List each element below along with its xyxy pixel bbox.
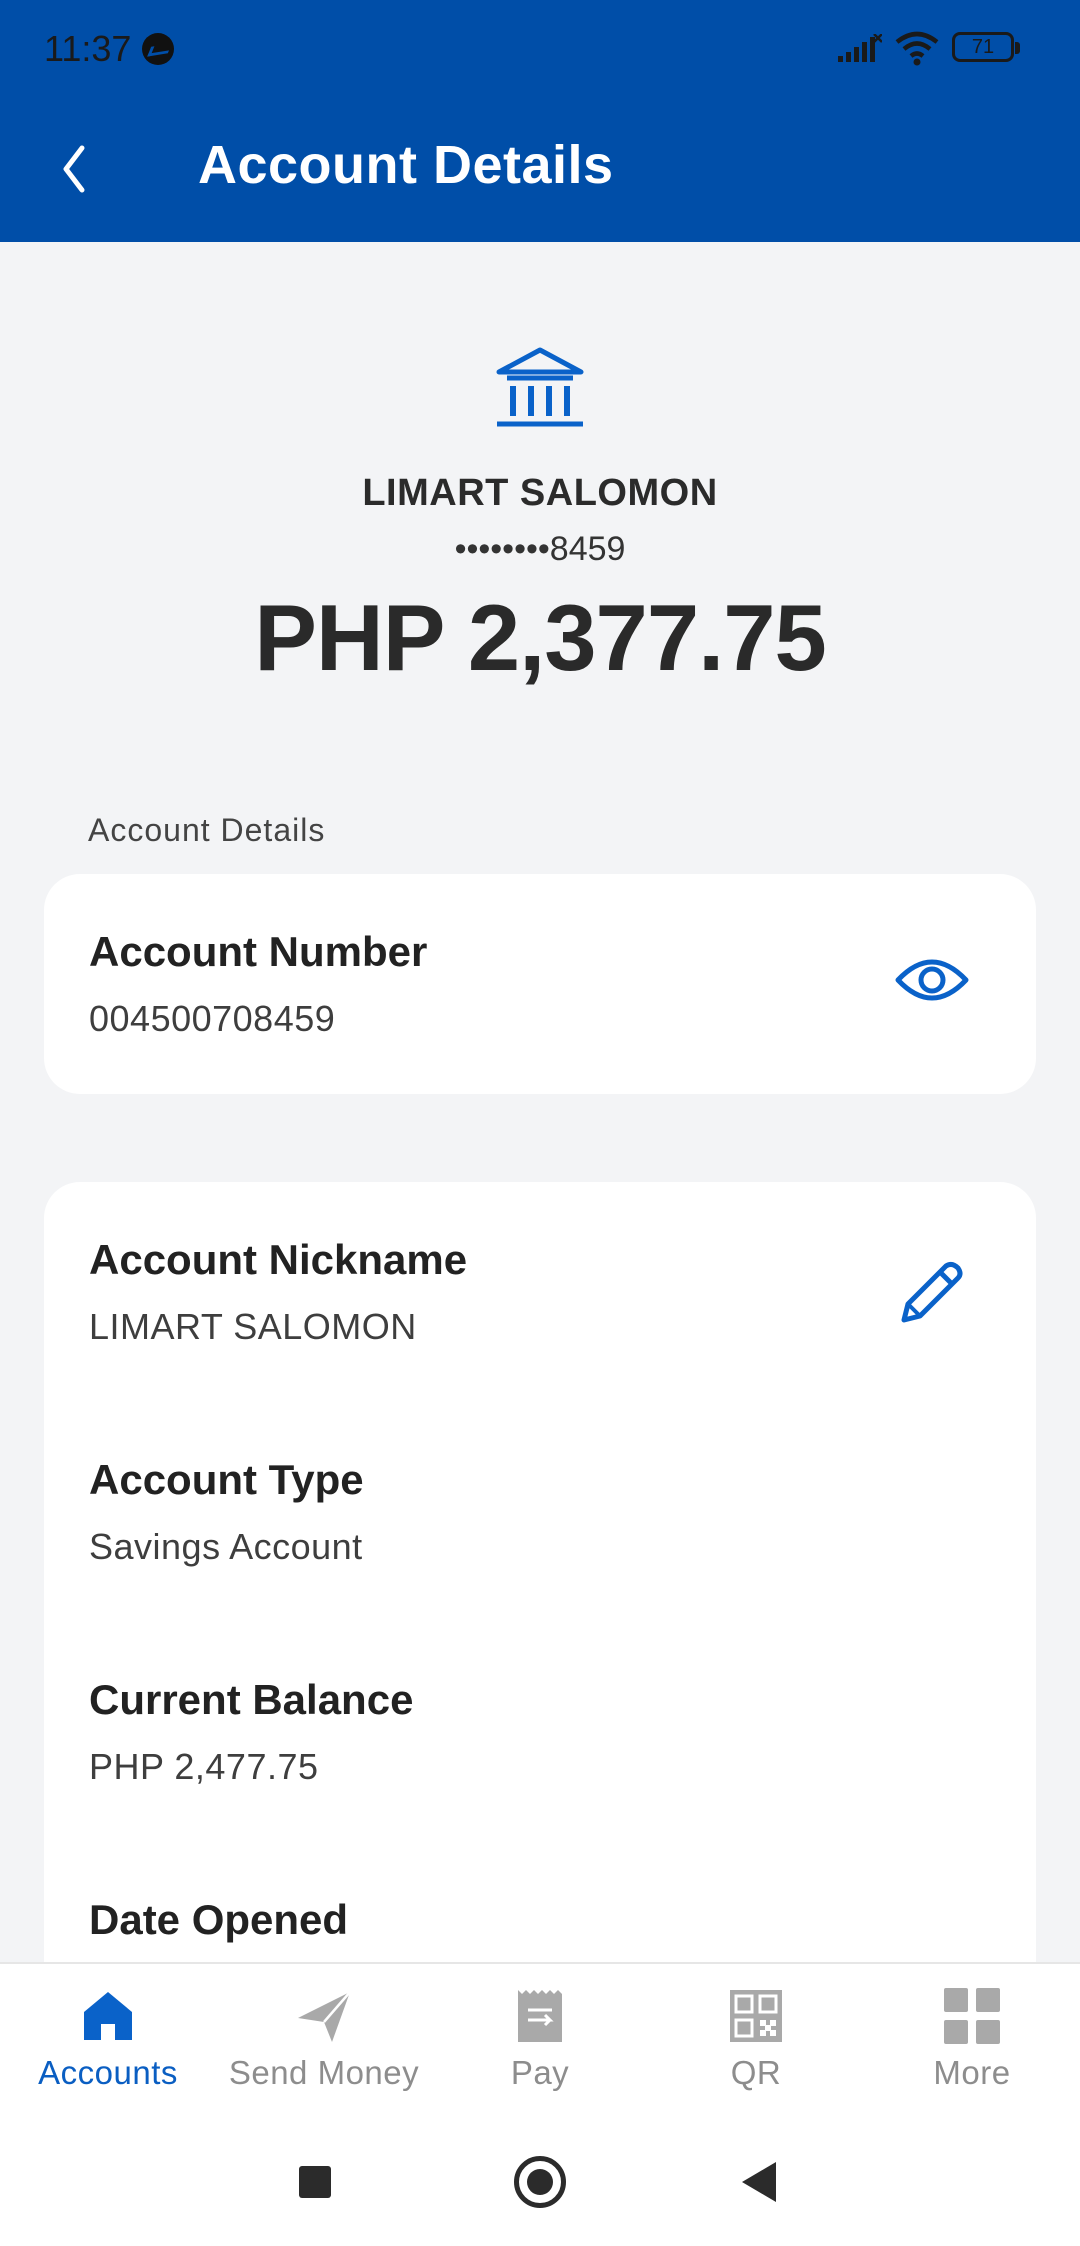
nav-label: Send Money (228, 2054, 420, 2091)
status-time: 11:37 (44, 28, 132, 69)
field-value: 004500708459 (89, 998, 336, 1039)
account-nickname-field: Account Nickname LIMART SALOMON (89, 1236, 467, 1348)
nav-more[interactable]: More (864, 1964, 1080, 2118)
account-summary: LIMART SALOMON ••••••••8459 PHP 2,377.75 (0, 242, 1080, 742)
nav-label: Pay (510, 2054, 570, 2091)
nav-send-money[interactable]: Send Money (216, 1964, 432, 2118)
account-number-field: Account Number 004500708459 (89, 928, 427, 1040)
eye-icon[interactable] (892, 950, 972, 1010)
chevron-left-icon[interactable] (52, 134, 112, 204)
account-type-field: Account Type Savings Account (89, 1456, 364, 1568)
back-triangle-icon[interactable] (742, 2162, 776, 2202)
available-balance: PHP 2,377.75 (254, 585, 827, 690)
messenger-icon (142, 33, 174, 65)
battery-icon: 71 (952, 32, 1020, 62)
nav-label: Accounts (38, 2054, 178, 2091)
field-value: Savings Account (89, 1526, 363, 1567)
field-label: Account Number (89, 928, 428, 975)
paper-plane-icon (298, 1991, 351, 2042)
qr-code-icon (730, 1990, 782, 2042)
signal-icon (838, 34, 882, 62)
grid-icon (944, 1988, 1000, 2044)
current-balance-field: Current Balance PHP 2,477.75 (89, 1676, 413, 1788)
nav-pay[interactable]: Pay (432, 1964, 648, 2118)
app-bar: Account Details (0, 96, 1080, 242)
nav-qr[interactable]: QR (648, 1964, 864, 2118)
field-label: Date Opened (89, 1896, 349, 1943)
account-holder-name: LIMART SALOMON (362, 472, 718, 514)
system-navigation-bar (0, 2116, 1080, 2246)
account-number-card: Account Number 004500708459 (44, 874, 1036, 1094)
field-label: Current Balance (89, 1676, 414, 1723)
receipt-icon (518, 1990, 562, 2042)
bank-icon (496, 347, 584, 427)
field-label: Account Nickname (89, 1236, 468, 1283)
date-opened-field: Date Opened (89, 1896, 348, 1966)
nav-accounts[interactable]: Accounts (0, 1964, 216, 2118)
nav-label: More (933, 2054, 1011, 2091)
page-title: Account Details (198, 135, 614, 195)
recents-icon[interactable] (299, 2166, 331, 2198)
masked-account-number: ••••••••8459 (454, 530, 626, 568)
field-label: Account Type (89, 1456, 364, 1503)
nav-label: QR (730, 2054, 782, 2091)
home-button-icon[interactable] (514, 2156, 566, 2208)
pencil-icon[interactable] (896, 1258, 966, 1328)
wifi-icon (895, 31, 939, 66)
status-bar: 11:37 71 (0, 0, 1080, 96)
bottom-navigation: Accounts Send Money Pay QR More (0, 1962, 1080, 2116)
section-label: Account Details (88, 812, 326, 848)
home-icon (84, 1992, 132, 2040)
field-value: LIMART SALOMON (89, 1306, 417, 1347)
field-value: PHP 2,477.75 (89, 1746, 319, 1787)
